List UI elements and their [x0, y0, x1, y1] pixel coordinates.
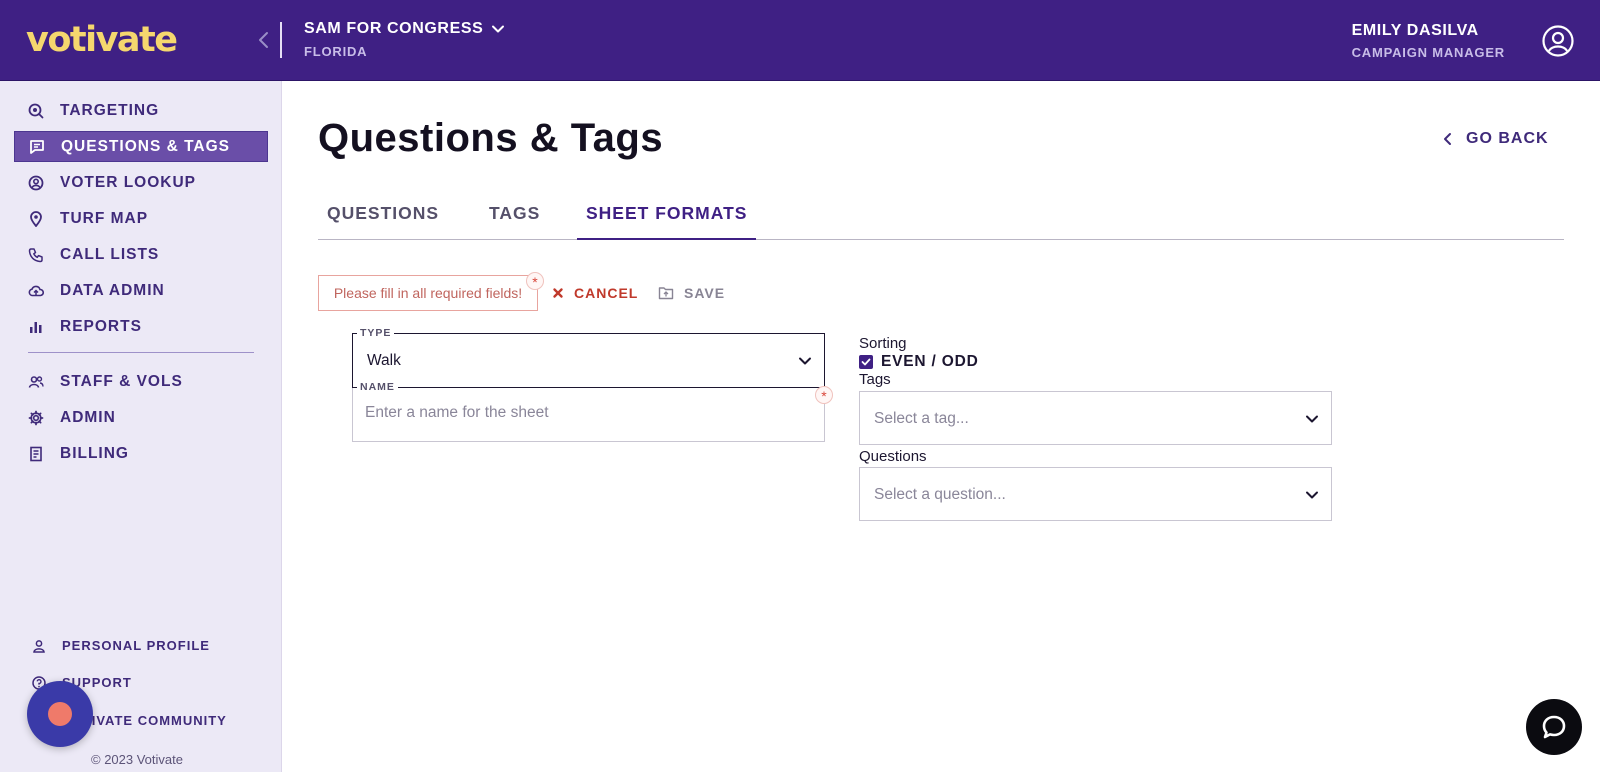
go-back-button[interactable]: GO BACK [1442, 130, 1549, 148]
sidebar-item-data-admin[interactable]: DATA ADMIN [14, 275, 268, 306]
save-folder-icon [658, 287, 674, 300]
user-info: EMILY DASILVA CAMPAIGN MANAGER [1352, 22, 1505, 60]
type-label: TYPE [357, 328, 395, 339]
sidebar-item-targeting[interactable]: TARGETING [14, 95, 268, 126]
sidebar-item-label: CALL LISTS [60, 245, 160, 263]
sidebar-item-label: BILLING [60, 444, 129, 462]
votivate-logo[interactable]: votivate [26, 20, 178, 60]
user-role: CAMPAIGN MANAGER [1351, 45, 1505, 60]
sidebar-item-turf-map[interactable]: TURF MAP [14, 203, 268, 234]
targeting-icon [28, 103, 44, 118]
person-icon [33, 639, 45, 653]
even-odd-label: EVEN / ODD [881, 353, 979, 370]
type-select[interactable]: TYPE Walk [352, 328, 825, 388]
cancel-button[interactable]: CANCEL [552, 285, 638, 301]
required-indicator: * [526, 272, 544, 290]
sorting-label: Sorting [859, 335, 907, 352]
map-pin-icon [30, 210, 42, 227]
name-label: NAME [357, 382, 398, 393]
save-label: SAVE [684, 285, 726, 301]
error-message: Please fill in all required fields! [318, 275, 538, 311]
save-button[interactable]: SAVE [658, 285, 725, 301]
questions-select[interactable]: Select a question... [859, 467, 1332, 521]
page-title: Questions & Tags [318, 116, 664, 160]
name-required-indicator: * [815, 386, 833, 404]
name-field: NAME [352, 382, 825, 442]
questions-label: Questions [859, 448, 927, 465]
sidebar-item-reports[interactable]: REPORTS [14, 311, 268, 342]
footer-item-label: PERSONAL PROFILE [62, 638, 210, 653]
phone-icon [28, 247, 43, 262]
bar-chart-icon [30, 321, 42, 333]
sidebar-item-label: DATA ADMIN [60, 281, 165, 299]
sidebar-item-call-lists[interactable]: CALL LISTS [14, 239, 268, 270]
collapse-sidebar-icon[interactable] [256, 28, 272, 52]
chat-widget-button[interactable] [1526, 699, 1582, 755]
receipt-icon [30, 446, 42, 461]
campaign-name: SAM FOR CONGRESS [304, 20, 484, 37]
chat-bubble-icon [1542, 715, 1566, 739]
sidebar-item-label: STAFF & VOLS [60, 372, 183, 390]
cloud-upload-icon [28, 285, 44, 296]
gear-icon [28, 410, 44, 425]
footer-item-personal-profile[interactable]: PERSONAL PROFILE [32, 638, 210, 653]
sidebar-divider [28, 352, 254, 353]
sidebar-item-label: VOTER LOOKUP [60, 173, 197, 191]
sidebar: TARGETING QUESTIONS & TAGS VOTER LOOKUP … [0, 81, 282, 772]
name-input[interactable] [365, 404, 805, 422]
header-divider [280, 22, 282, 58]
chevron-down-icon [1306, 415, 1318, 423]
tab-sheet-formats[interactable]: SHEET FORMATS [577, 190, 757, 240]
tab-tags[interactable]: TAGS [489, 190, 540, 240]
go-back-label: GO BACK [1466, 130, 1549, 147]
record-button[interactable] [27, 681, 93, 747]
even-odd-checkbox[interactable] [859, 355, 873, 369]
tags-select[interactable]: Select a tag... [859, 391, 1332, 445]
top-navigation-bar: votivate SAM FOR CONGRESS FLORIDA EMILY … [0, 0, 1600, 81]
sidebar-item-admin[interactable]: ADMIN [14, 402, 268, 433]
sidebar-item-questions-tags[interactable]: QUESTIONS & TAGS [14, 131, 268, 162]
record-dot-icon [48, 702, 72, 726]
cancel-label: CANCEL [574, 285, 639, 301]
campaign-state: FLORIDA [304, 44, 368, 59]
sidebar-item-label: TURF MAP [60, 209, 149, 227]
copyright: © 2023 Votivate [91, 752, 183, 767]
chevron-down-icon [1306, 491, 1318, 499]
logo-text: votivate [26, 20, 178, 60]
sidebar-item-label: REPORTS [60, 317, 142, 335]
sidebar-item-voter-lookup[interactable]: VOTER LOOKUP [14, 167, 268, 198]
sidebar-item-billing[interactable]: BILLING [14, 438, 268, 469]
checkmark-icon [861, 358, 871, 366]
questions-placeholder: Select a question... [874, 486, 1006, 503]
chevron-down-icon [492, 25, 505, 33]
user-avatar-icon[interactable] [1542, 25, 1574, 57]
tags-placeholder: Select a tag... [874, 410, 969, 427]
chevron-down-icon [799, 357, 811, 365]
chevron-left-icon [1444, 133, 1451, 145]
sidebar-item-staff-vols[interactable]: STAFF & VOLS [14, 366, 268, 397]
chat-icon [30, 139, 44, 154]
user-circle-icon [28, 175, 44, 190]
tags-label: Tags [859, 371, 891, 388]
user-name: EMILY DASILVA [1351, 22, 1479, 39]
tab-bar: QUESTIONS TAGS SHEET FORMATS [318, 190, 1564, 240]
sidebar-item-label: QUESTIONS & TAGS [61, 137, 231, 155]
sidebar-item-label: ADMIN [60, 408, 116, 426]
close-icon [553, 288, 563, 298]
campaign-switcher[interactable]: SAM FOR CONGRESS FLORIDA [304, 20, 505, 59]
sidebar-item-label: TARGETING [60, 101, 160, 119]
type-value: Walk [367, 352, 401, 369]
tab-questions[interactable]: QUESTIONS [327, 190, 439, 240]
users-icon [28, 375, 44, 388]
